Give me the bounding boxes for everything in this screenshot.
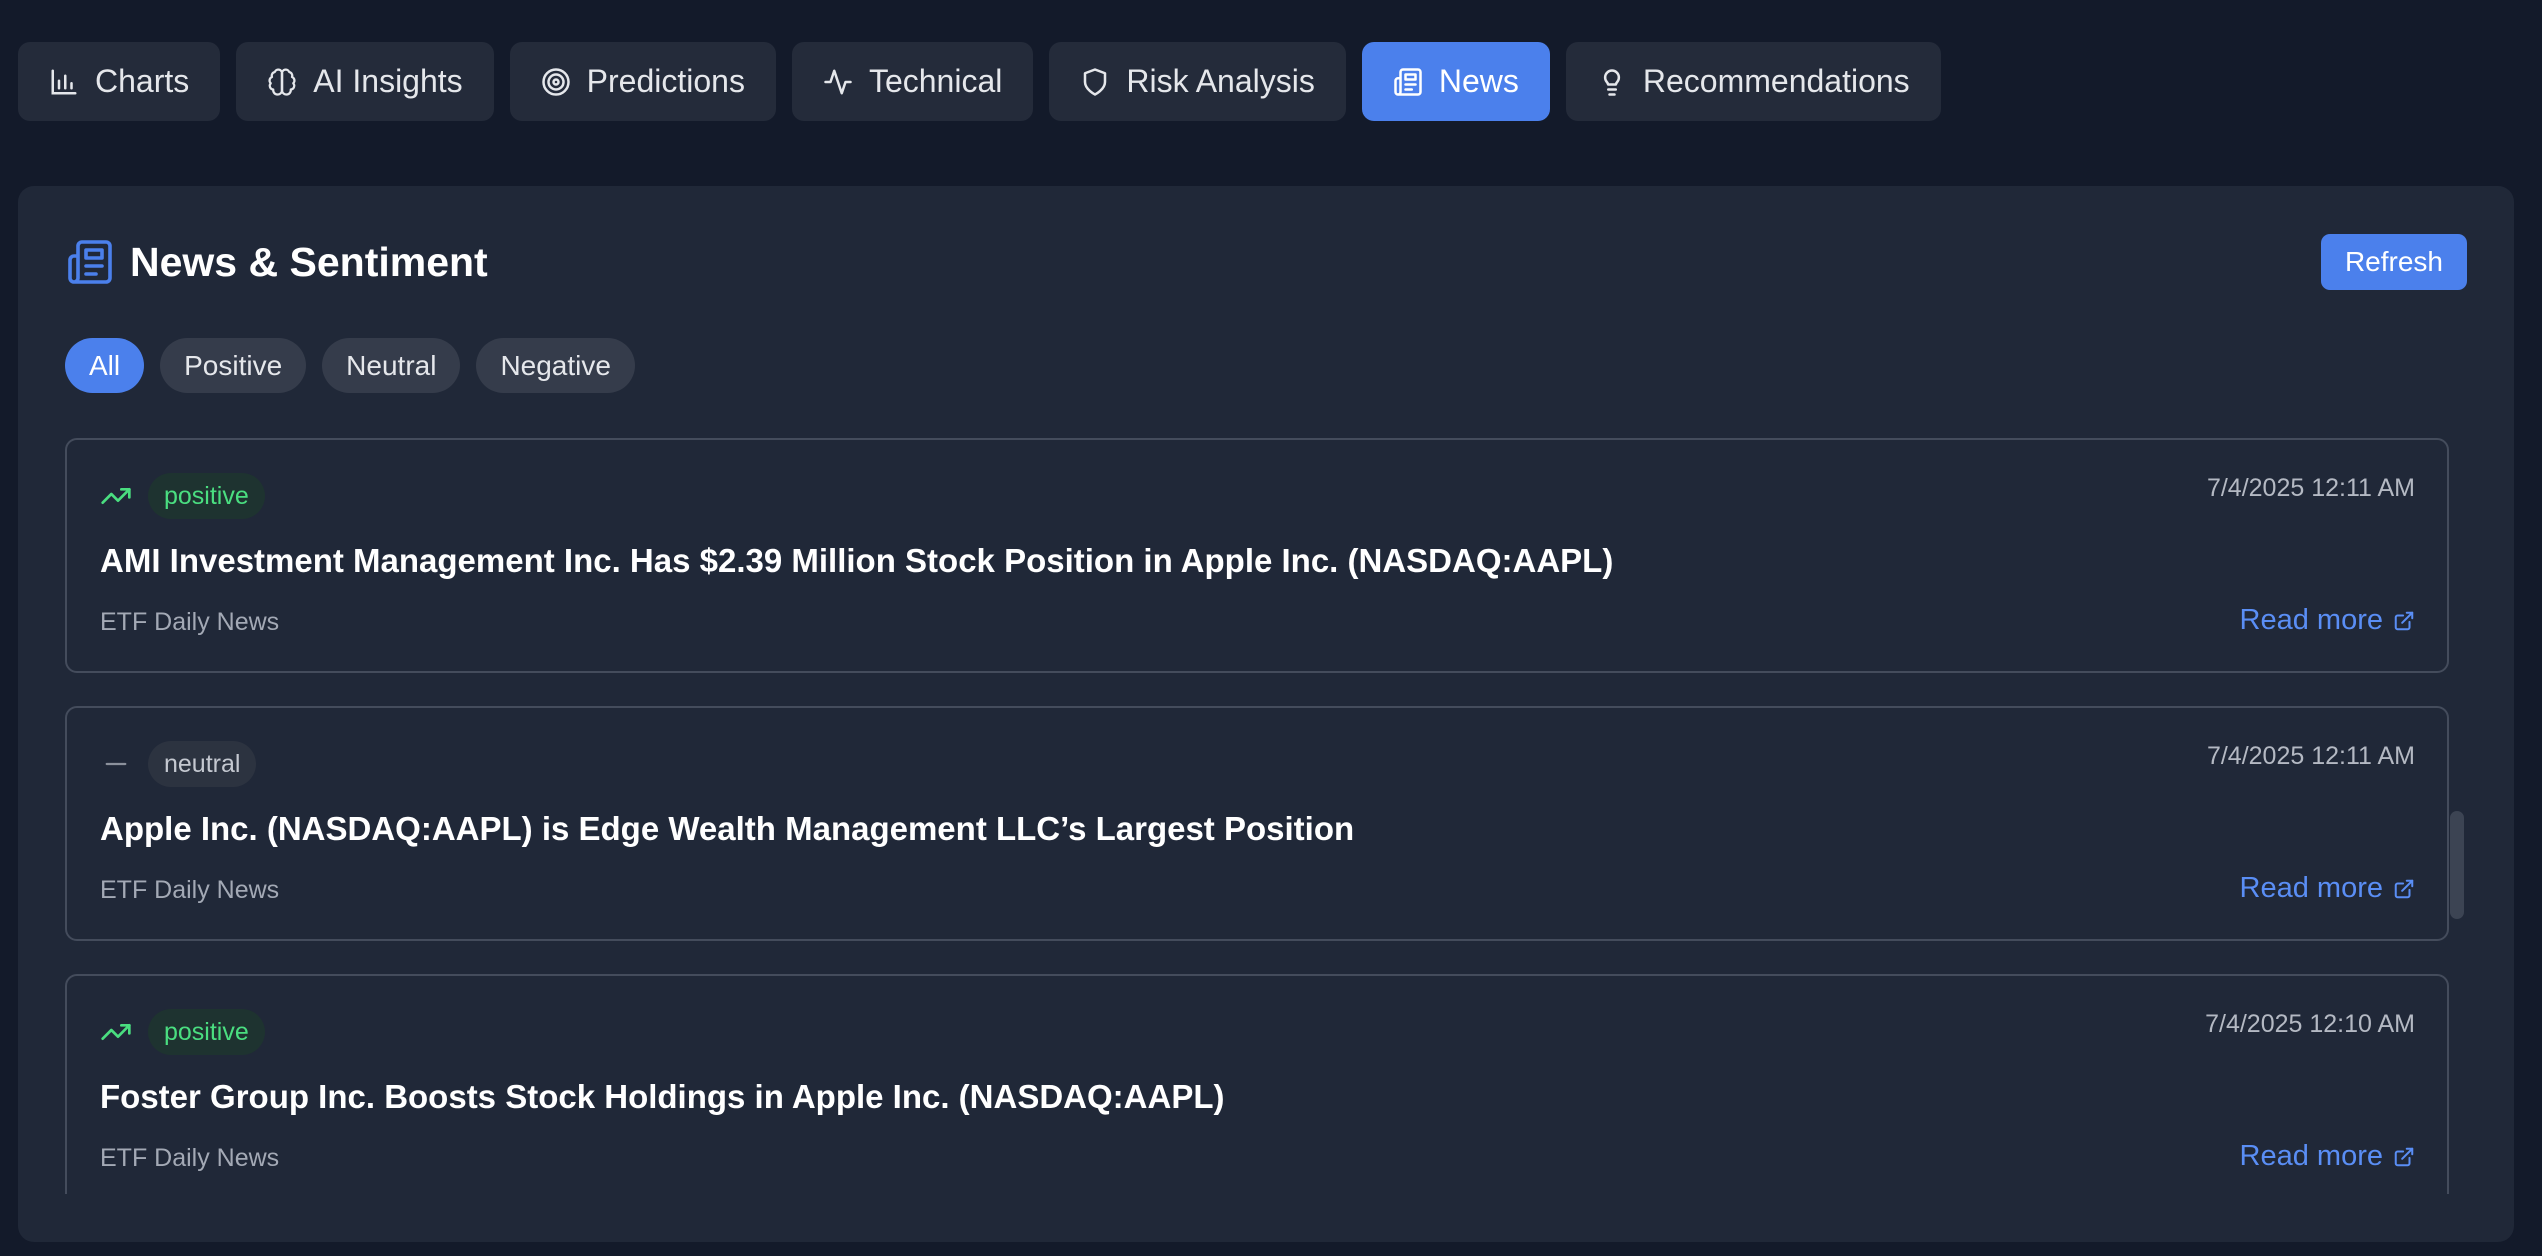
panel-title: News & Sentiment	[130, 238, 488, 285]
tab-ai-insights[interactable]: AI Insights	[236, 42, 494, 121]
news-date: 7/4/2025 12:11 AM	[2206, 742, 2415, 770]
tab-recommendations[interactable]: Recommendations	[1565, 42, 1941, 121]
shield-icon	[1084, 67, 1107, 96]
filter-negative[interactable]: Negative	[476, 338, 635, 393]
news-date: 7/4/2025 12:11 AM	[2206, 474, 2415, 502]
tab-news[interactable]: News	[1361, 42, 1550, 121]
news-source: ETF Daily News	[100, 608, 280, 636]
news-date: 7/4/2025 12:10 AM	[2205, 1010, 2415, 1038]
trending-up-icon	[101, 1023, 131, 1040]
sentiment-badge: neutral	[148, 741, 257, 787]
panel-header: News & Sentiment	[66, 238, 488, 286]
read-more-label: Read more	[2239, 1140, 2383, 1172]
lightbulb-icon	[1603, 68, 1620, 96]
activity-icon	[824, 69, 852, 94]
filter-neutral[interactable]: Neutral	[322, 338, 461, 393]
tab-label: Risk Analysis	[1126, 63, 1315, 99]
read-more-label: Read more	[2239, 872, 2383, 904]
read-more-link[interactable]: Read more	[2240, 604, 2415, 637]
sentiment-badge: positive	[148, 1009, 265, 1055]
newspaper-icon	[68, 240, 112, 284]
filter-all[interactable]: All	[65, 338, 145, 393]
sentiment-row: positive	[100, 473, 265, 519]
read-more-link[interactable]: Read more	[2240, 1140, 2415, 1173]
news-list[interactable]: positive 7/4/2025 12:11 AM AMI Investmen…	[65, 438, 2449, 1194]
tab-technical[interactable]: Technical	[791, 42, 1034, 121]
trending-up-icon	[101, 488, 131, 504]
news-panel: News & Sentiment Refresh All Positive Ne…	[18, 186, 2514, 1242]
tab-label: News	[1438, 63, 1519, 99]
target-icon	[541, 67, 570, 96]
tab-risk-analysis[interactable]: Risk Analysis	[1049, 42, 1346, 121]
external-link-icon	[2394, 1147, 2414, 1166]
refresh-button[interactable]: Refresh	[2320, 234, 2467, 290]
news-card: positive 7/4/2025 12:11 AM AMI Investmen…	[65, 438, 2449, 673]
tab-label: Technical	[868, 63, 1003, 99]
sentiment-row: positive	[100, 1009, 265, 1055]
minus-icon	[105, 762, 127, 766]
bar-chart-icon	[51, 69, 77, 94]
external-link-icon	[2394, 611, 2414, 630]
tab-charts[interactable]: Charts	[18, 42, 221, 121]
news-headline: Apple Inc. (NASDAQ:AAPL) is Edge Wealth …	[100, 810, 1355, 847]
sentiment-filters: All Positive Neutral Negative	[65, 338, 635, 393]
tab-label: Recommendations	[1642, 63, 1910, 99]
filter-positive[interactable]: Positive	[160, 338, 307, 393]
news-source: ETF Daily News	[100, 1144, 280, 1172]
news-card: positive 7/4/2025 12:10 AM Foster Group …	[65, 974, 2449, 1194]
read-more-link[interactable]: Read more	[2240, 872, 2415, 905]
tab-label: Charts	[95, 63, 190, 99]
scrollbar-thumb[interactable]	[2450, 811, 2464, 919]
brain-icon	[268, 67, 296, 96]
news-card: neutral 7/4/2025 12:11 AM Apple Inc. (NA…	[65, 706, 2449, 941]
news-headline: Foster Group Inc. Boosts Stock Holdings …	[100, 1078, 1225, 1115]
tab-label: AI Insights	[313, 63, 463, 99]
sentiment-badge: positive	[148, 473, 265, 519]
sentiment-row: neutral	[100, 741, 257, 787]
tab-bar: Charts AI Insights Predictions Technical…	[18, 42, 1941, 121]
read-more-label: Read more	[2239, 604, 2383, 636]
external-link-icon	[2394, 879, 2414, 898]
news-headline: AMI Investment Management Inc. Has $2.39…	[100, 542, 1614, 579]
newspaper-icon	[1394, 67, 1422, 96]
tab-predictions[interactable]: Predictions	[509, 42, 776, 121]
tab-label: Predictions	[586, 63, 745, 99]
news-source: ETF Daily News	[100, 876, 280, 904]
